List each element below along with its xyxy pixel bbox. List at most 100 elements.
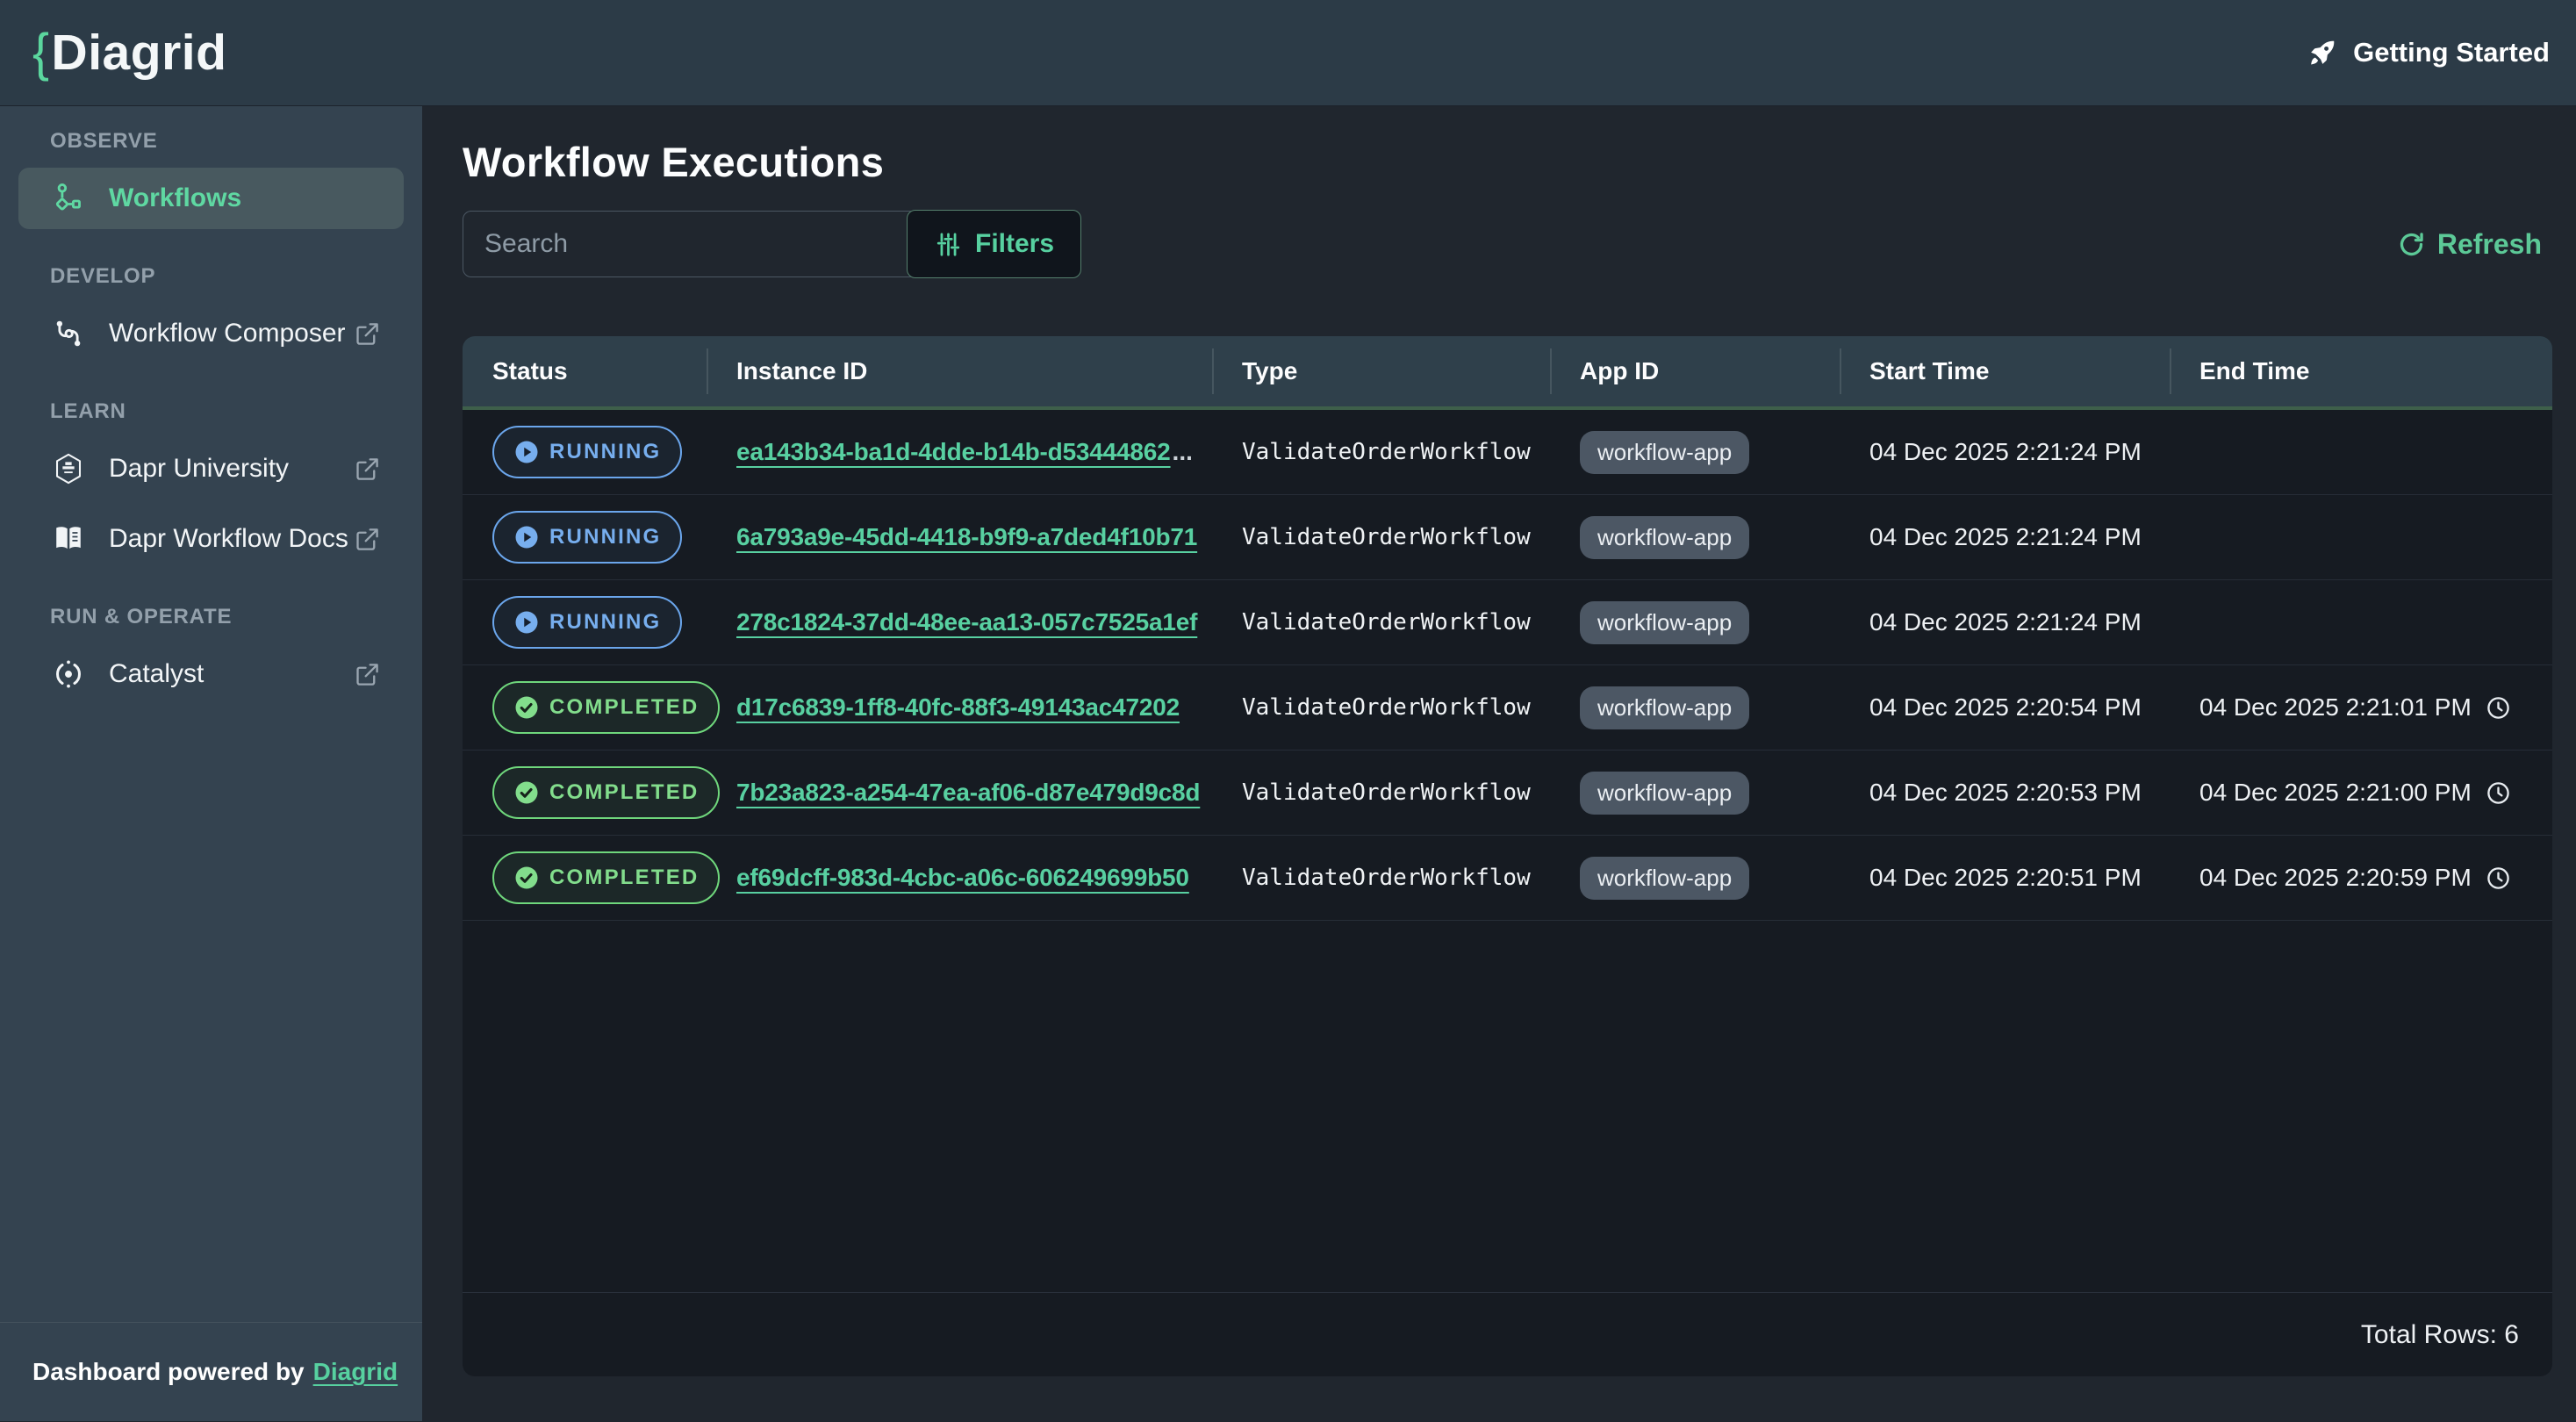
status-badge: COMPLETED: [492, 851, 720, 904]
search-input[interactable]: [463, 211, 917, 277]
app-id-cell: workflow-app: [1550, 686, 1840, 729]
table-row: RUNNING 278c1824-37dd-48ee-aa13-057c7525…: [463, 580, 2552, 665]
sidebar-item-workflow-composer[interactable]: Workflow Composer: [18, 303, 404, 364]
sidebar-item-catalyst[interactable]: Catalyst: [18, 643, 404, 705]
app-id-badge: workflow-app: [1580, 772, 1749, 815]
sidebar-item-label: Workflow Composer: [109, 319, 346, 348]
instance-id-link[interactable]: 7b23a823-a254-47ea-af06-d87e479d9c8d: [736, 779, 1200, 807]
table-row: RUNNING ea143b34-ba1d-4dde-b14b-d5344486…: [463, 410, 2552, 495]
clock-icon: [2485, 779, 2512, 807]
column-header-type: Type: [1212, 336, 1550, 406]
clock-icon: [2485, 865, 2512, 892]
status-badge: COMPLETED: [492, 766, 720, 819]
external-link-icon: [354, 526, 381, 553]
powered-by-text: Dashboard powered by: [32, 1358, 305, 1386]
type-cell: ValidateOrderWorkflow: [1212, 524, 1550, 550]
status-label: COMPLETED: [549, 780, 699, 805]
table-body: RUNNING ea143b34-ba1d-4dde-b14b-d5344486…: [463, 410, 2552, 1292]
start-time-cell: 04 Dec 2025 2:20:53 PM: [1840, 779, 2170, 807]
start-time-cell: 04 Dec 2025 2:20:54 PM: [1840, 693, 2170, 722]
status-cell: RUNNING: [463, 426, 707, 478]
app-id-cell: workflow-app: [1550, 772, 1840, 815]
table-row: COMPLETED ef69dcff-983d-4cbc-a06c-606249…: [463, 836, 2552, 921]
status-cell: RUNNING: [463, 511, 707, 564]
play-circle-icon: [513, 439, 540, 465]
external-link-icon: [354, 320, 381, 348]
column-header-status: Status: [463, 336, 707, 406]
end-time-value: 04 Dec 2025 2:21:01 PM: [2199, 693, 2472, 722]
app-id-badge: workflow-app: [1580, 857, 1749, 900]
topbar: { Diagrid Getting Started: [0, 0, 2576, 106]
instance-id-ellipsis: ...: [1173, 438, 1193, 466]
workflow-executions-table: Status Instance ID Type App ID Start Tim…: [463, 336, 2552, 1376]
total-rows-label: Total Rows: 6: [2361, 1320, 2519, 1350]
table-empty-space: [463, 921, 2552, 1292]
play-circle-icon: [513, 524, 540, 550]
diagrid-logo[interactable]: { Diagrid: [32, 24, 226, 82]
type-cell: ValidateOrderWorkflow: [1212, 609, 1550, 636]
getting-started-label: Getting Started: [2353, 37, 2550, 68]
app-id-badge: workflow-app: [1580, 516, 1749, 559]
controls-row: Filters Refresh: [463, 210, 2552, 278]
status-label: COMPLETED: [549, 865, 699, 890]
status-badge: COMPLETED: [492, 681, 720, 734]
main-content: Workflow Executions Filters: [422, 106, 2576, 1421]
start-time-value: 04 Dec 2025 2:21:24 PM: [1869, 438, 2142, 466]
app-id-cell: workflow-app: [1550, 516, 1840, 559]
status-label: RUNNING: [549, 440, 661, 464]
check-circle-icon: [513, 694, 540, 721]
sidebar-item-label: Catalyst: [109, 659, 204, 689]
status-label: RUNNING: [549, 525, 661, 549]
type-value: ValidateOrderWorkflow: [1242, 779, 1531, 806]
table-row: COMPLETED 7b23a823-a254-47ea-af06-d87e47…: [463, 750, 2552, 836]
sidebar-item-label: Dapr University: [109, 454, 289, 484]
sidebar-item-workflows[interactable]: Workflows: [18, 168, 404, 229]
type-cell: ValidateOrderWorkflow: [1212, 779, 1550, 806]
start-time-value: 04 Dec 2025 2:21:24 PM: [1869, 608, 2142, 636]
status-label: COMPLETED: [549, 695, 699, 720]
check-circle-icon: [513, 779, 540, 806]
clock-icon: [2485, 694, 2512, 722]
status-label: RUNNING: [549, 610, 661, 635]
status-cell: COMPLETED: [463, 766, 707, 819]
end-time-cell: 04 Dec 2025 2:20:59 PM: [2170, 864, 2552, 892]
end-time-cell: 04 Dec 2025 2:21:00 PM: [2170, 779, 2552, 807]
sidebar-item-label: Workflows: [109, 183, 241, 213]
type-value: ValidateOrderWorkflow: [1242, 865, 1531, 891]
instance-id-link[interactable]: 6a793a9e-45dd-4418-b9f9-a7ded4f10b71: [736, 523, 1197, 551]
status-badge: RUNNING: [492, 426, 682, 478]
instance-id-link[interactable]: ea143b34-ba1d-4dde-b14b-d53444862: [736, 438, 1171, 466]
rocket-icon: [2306, 37, 2338, 69]
status-badge: RUNNING: [492, 596, 682, 649]
refresh-button[interactable]: Refresh: [2397, 228, 2542, 261]
book-icon: [52, 522, 85, 556]
diagrid-footer-link[interactable]: Diagrid: [313, 1358, 398, 1386]
column-header-start-time: Start Time: [1840, 336, 2170, 406]
end-time-value: 04 Dec 2025 2:20:59 PM: [2199, 864, 2472, 892]
status-cell: COMPLETED: [463, 681, 707, 734]
app-id-cell: workflow-app: [1550, 601, 1840, 644]
getting-started-button[interactable]: Getting Started: [2306, 37, 2550, 69]
workflow-icon: [52, 182, 85, 215]
instance-id-link[interactable]: ef69dcff-983d-4cbc-a06c-606249699b50: [736, 864, 1189, 892]
start-time-value: 04 Dec 2025 2:20:54 PM: [1869, 693, 2142, 722]
filters-button[interactable]: Filters: [907, 210, 1081, 278]
external-link-icon: [354, 661, 381, 688]
filters-label: Filters: [975, 229, 1054, 259]
status-cell: COMPLETED: [463, 851, 707, 904]
logo-text: Diagrid: [52, 24, 227, 82]
sidebar-section-run-operate: RUN & OPERATE: [0, 605, 422, 629]
type-value: ValidateOrderWorkflow: [1242, 694, 1531, 721]
column-header-instance-id: Instance ID: [707, 336, 1212, 406]
sidebar-item-dapr-workflow-docs[interactable]: Dapr Workflow Docs: [18, 508, 404, 570]
instance-id-link[interactable]: 278c1824-37dd-48ee-aa13-057c7525a1ef: [736, 608, 1197, 636]
instance-id-cell: ea143b34-ba1d-4dde-b14b-d53444862 ...: [707, 438, 1212, 466]
sidebar-item-dapr-university[interactable]: Dapr University: [18, 438, 404, 499]
search-and-filters: Filters: [463, 210, 1081, 278]
end-time-cell: 04 Dec 2025 2:21:01 PM: [2170, 693, 2552, 722]
sidebar-section-observe: OBSERVE: [0, 129, 422, 154]
instance-id-cell: ef69dcff-983d-4cbc-a06c-606249699b50: [707, 864, 1212, 892]
instance-id-cell: 6a793a9e-45dd-4418-b9f9-a7ded4f10b71: [707, 523, 1212, 551]
end-time-value: 04 Dec 2025 2:21:00 PM: [2199, 779, 2472, 807]
instance-id-link[interactable]: d17c6839-1ff8-40fc-88f3-49143ac47202: [736, 693, 1180, 722]
